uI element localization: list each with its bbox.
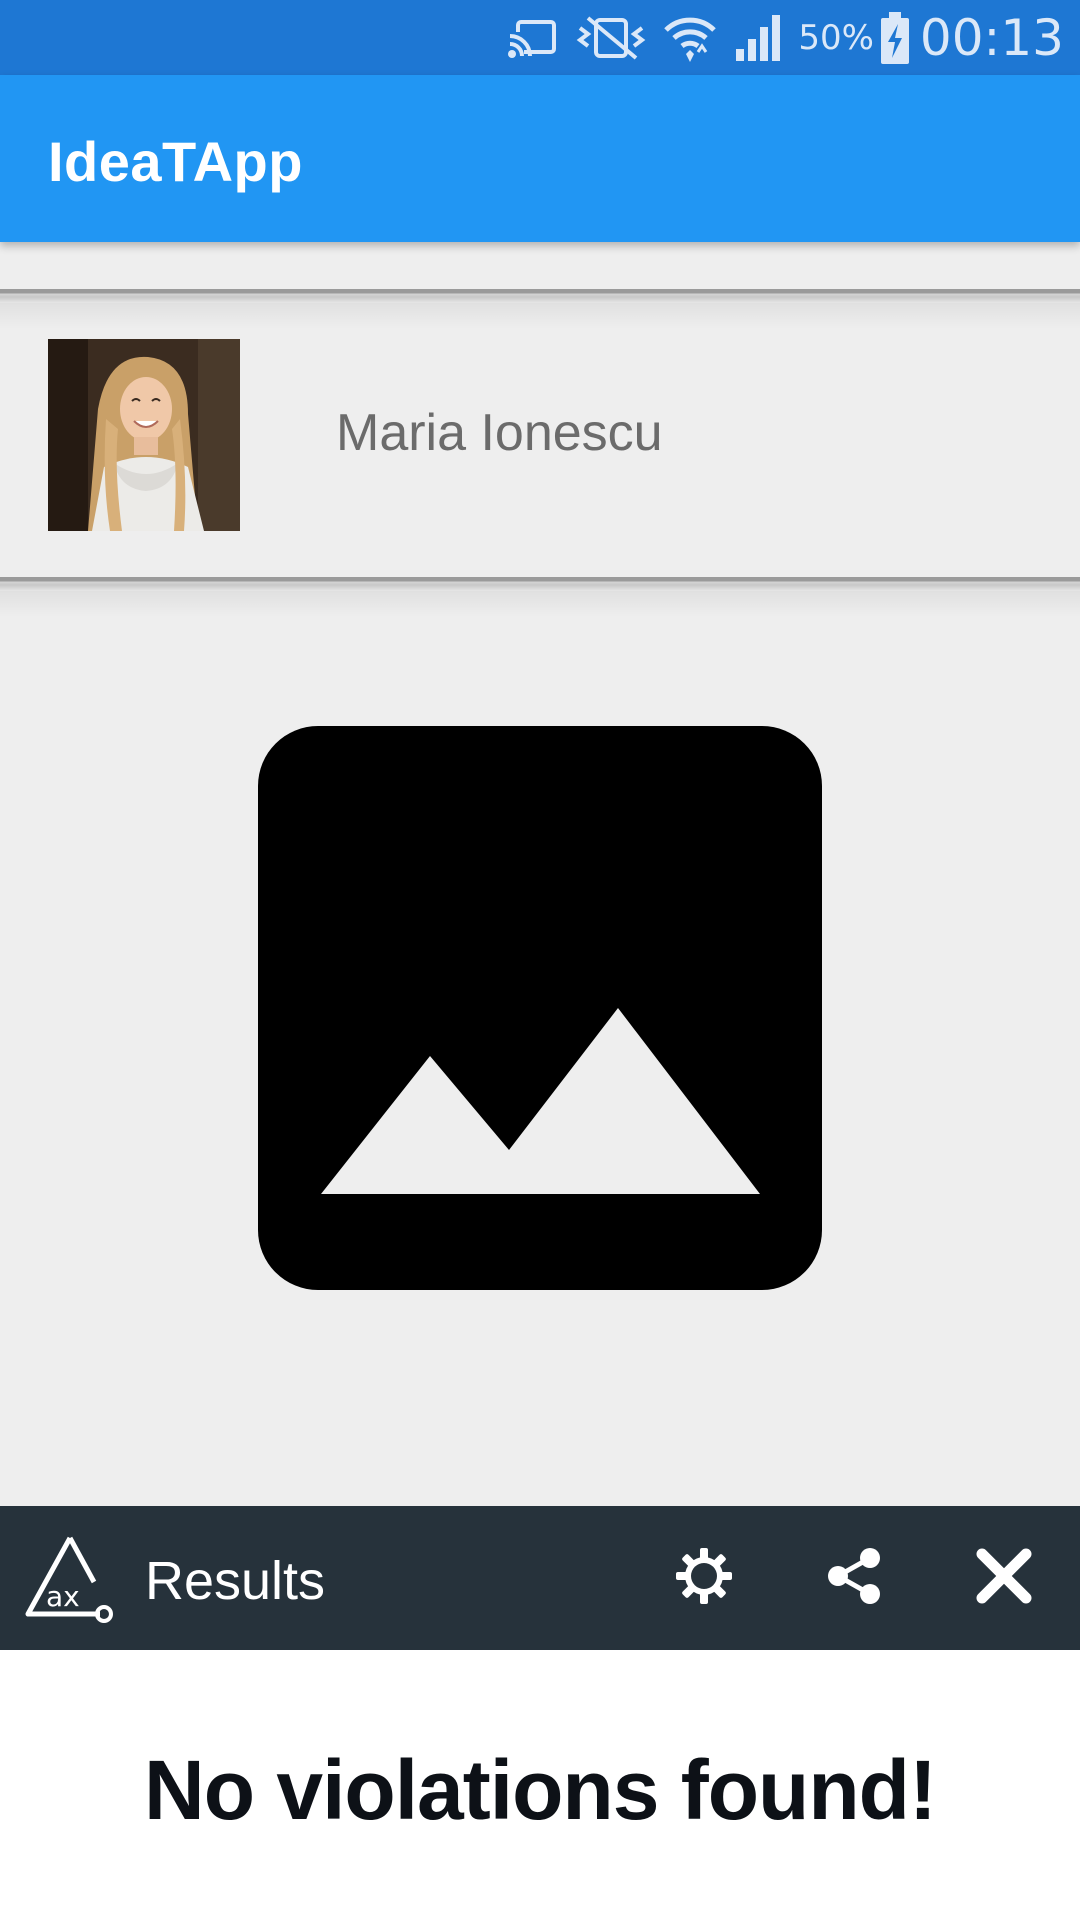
share-icon bbox=[824, 1546, 884, 1611]
wifi-icon bbox=[664, 12, 717, 64]
results-message: No violations found! bbox=[144, 1743, 937, 1837]
close-button[interactable] bbox=[968, 1542, 1040, 1614]
share-button[interactable] bbox=[818, 1542, 890, 1614]
settings-button[interactable] bbox=[668, 1542, 740, 1614]
status-bar: 50% 00:13 bbox=[0, 0, 1080, 75]
cast-icon bbox=[508, 18, 558, 58]
avatar bbox=[48, 339, 240, 531]
cellular-signal-icon bbox=[734, 14, 784, 61]
status-icons: 50% 00:13 bbox=[490, 0, 1064, 75]
results-content: No violations found! bbox=[0, 1650, 1080, 1920]
divider bbox=[0, 577, 1080, 591]
ax-logo-icon: ax bbox=[24, 1534, 116, 1624]
results-toolbar: ax Results bbox=[0, 1506, 1080, 1650]
status-time: 00:13 bbox=[919, 8, 1064, 67]
settings-icon bbox=[674, 1546, 734, 1611]
app-bar: IdeaTApp bbox=[0, 75, 1080, 242]
close-icon bbox=[974, 1546, 1034, 1611]
divider-shadow bbox=[0, 591, 1080, 617]
divider bbox=[0, 289, 1080, 303]
battery-charging-icon bbox=[880, 11, 910, 64]
profile-row[interactable]: Maria Ionescu bbox=[0, 303, 1080, 577]
results-title: Results bbox=[145, 1551, 326, 1611]
svg-text:ax: ax bbox=[46, 1580, 80, 1613]
profile-name: Maria Ionescu bbox=[336, 404, 663, 462]
app-title: IdeaTApp bbox=[48, 130, 303, 193]
battery-percentage: 50% bbox=[798, 17, 874, 58]
vibrate-icon bbox=[576, 15, 646, 60]
image-placeholder-icon bbox=[258, 726, 822, 1290]
